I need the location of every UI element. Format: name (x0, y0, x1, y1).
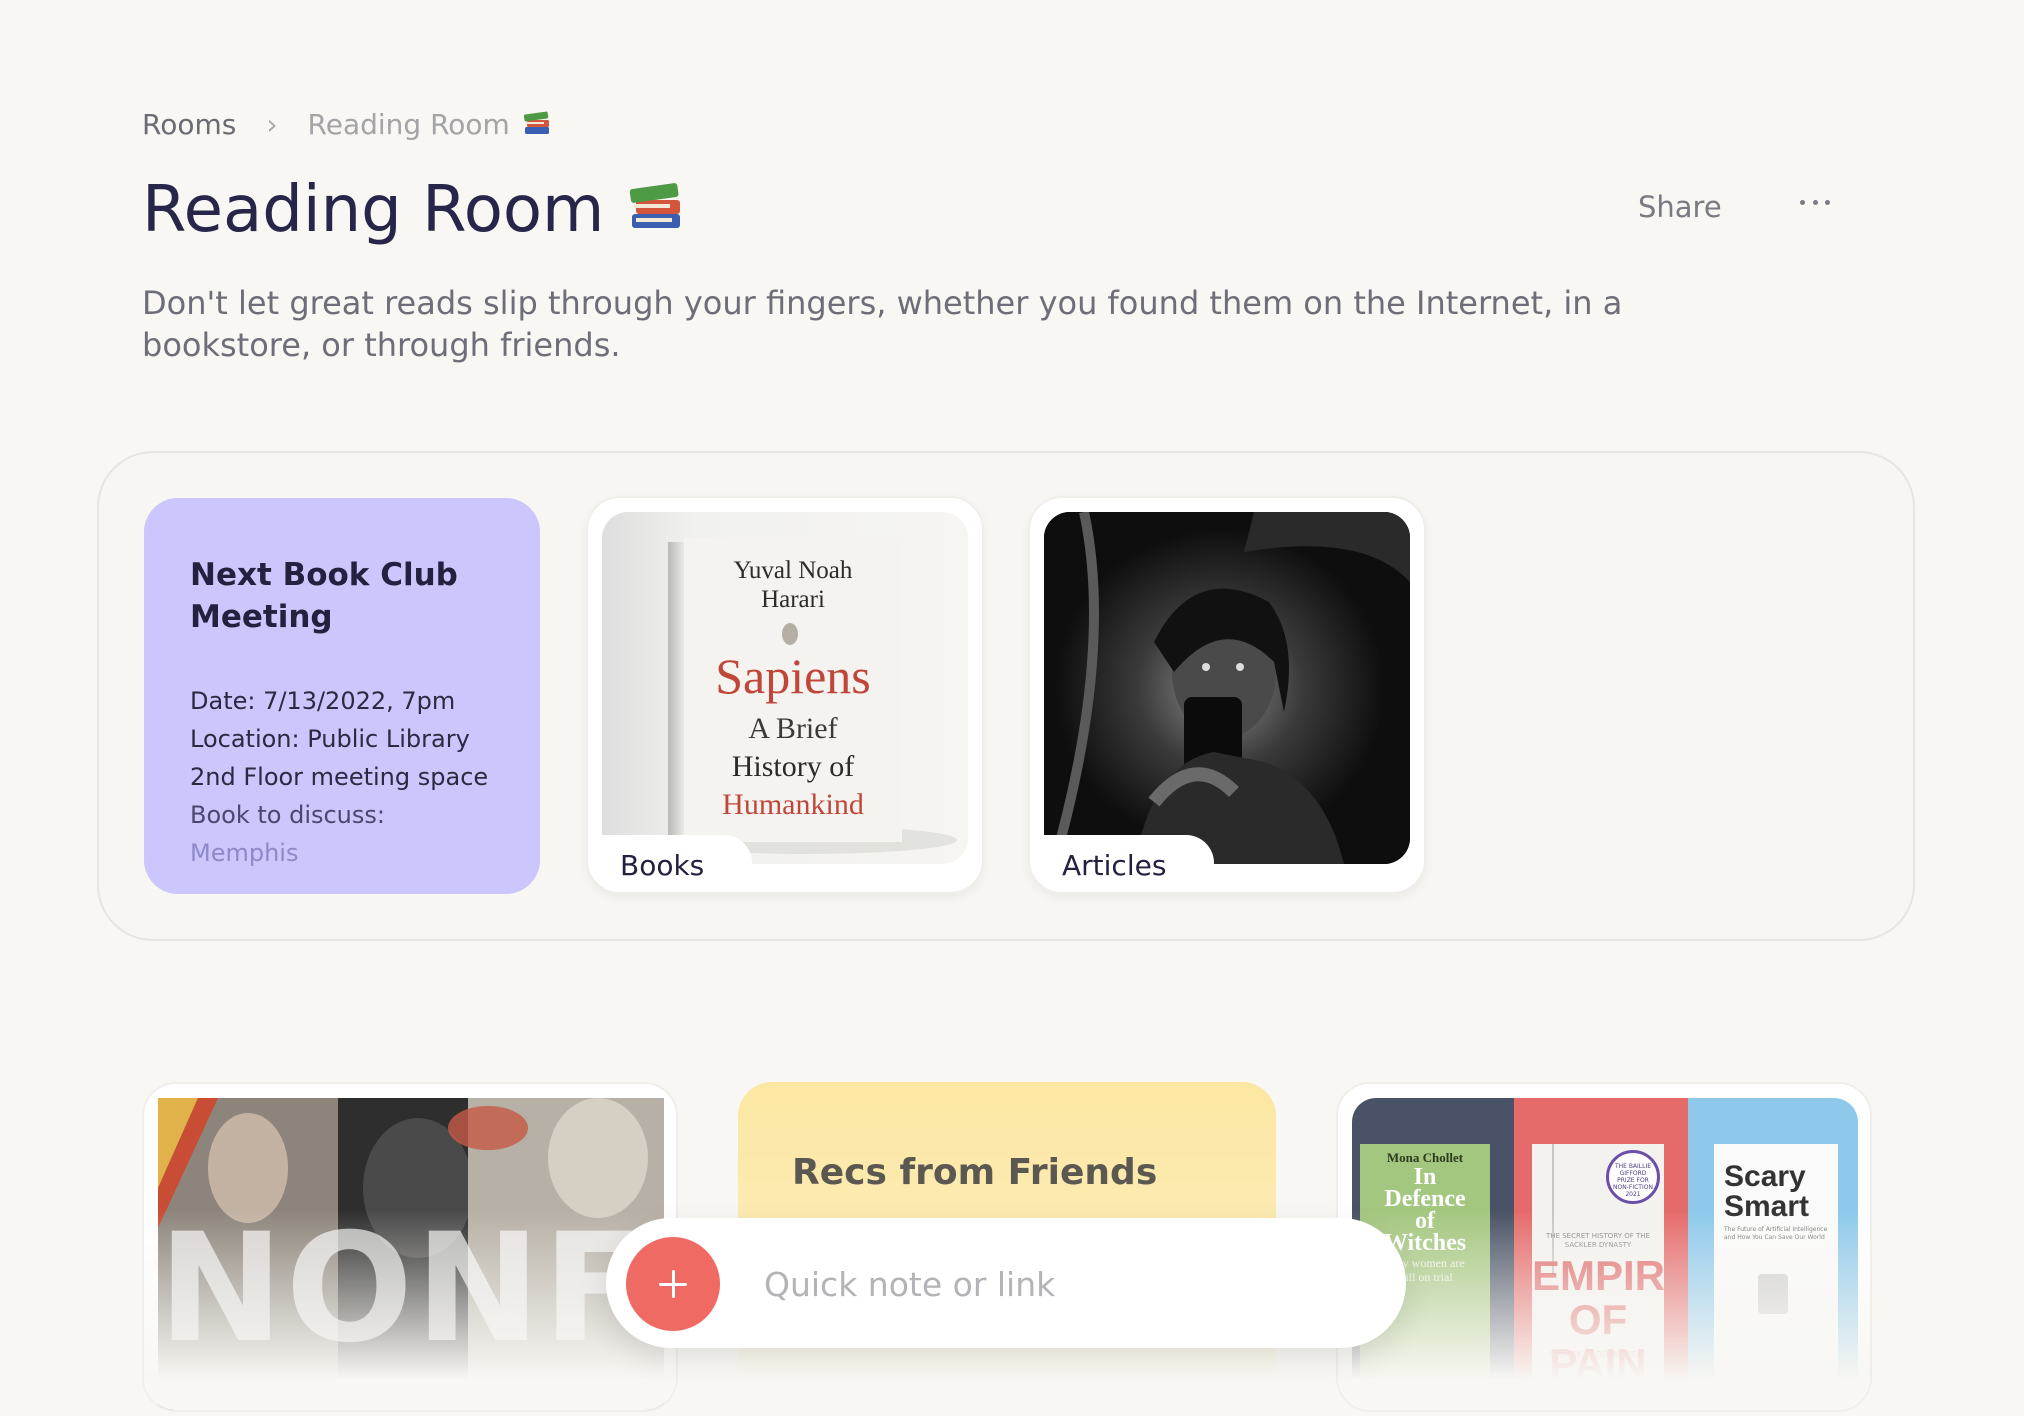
breadcrumb-current[interactable]: Reading Room (308, 108, 510, 141)
more-options-icon[interactable] (1800, 200, 1830, 208)
cover-author: Yuval Noah (733, 557, 853, 584)
quick-note-input[interactable] (762, 1248, 1366, 1320)
book-author: PATRICK RADDEN KEEFE (1549, 1350, 1647, 1359)
tile-label: Articles (1030, 835, 1215, 892)
cover-author: Harari (761, 586, 825, 613)
books-collection-tile[interactable]: Yuval Noah Harari Sapiens A Brief Histor… (586, 496, 984, 894)
recs-title: Recs from Friends (792, 1152, 1158, 1193)
sapiens-cover-image: Yuval Noah Harari Sapiens A Brief Histor… (602, 512, 968, 864)
page-description: Don't let great reads slip through your … (142, 284, 1623, 364)
prize-badge: THE BAILLIE GIFFORD PRIZE FOR NON-FICTIO… (1613, 1163, 1653, 1198)
note-title: Next Book Club Meeting (190, 557, 458, 635)
note-line: Book to discuss: (190, 801, 385, 829)
quick-add-bar (606, 1218, 1406, 1348)
books-icon (522, 106, 552, 143)
book-tagline: The Future of Artificial Intelligence an… (1724, 1226, 1828, 1241)
breadcrumb-rooms-link[interactable]: Rooms (142, 108, 236, 141)
note-line: Memphis (190, 839, 299, 867)
articles-photo (1044, 512, 1410, 864)
book-cover: Scary Smart The Future of Artificial Int… (1688, 1098, 1858, 1410)
nonfiction-banner-text: NONFICTION (158, 1214, 664, 1364)
cover-subtitle: A Brief (748, 712, 838, 745)
share-button[interactable]: Share (1638, 190, 1722, 224)
book-club-note-card[interactable]: Next Book Club Meeting Date: 7/13/2022, … (144, 498, 540, 894)
page-title-text: Reading Room (142, 173, 605, 247)
books-icon (626, 172, 686, 248)
book-title: Smart (1724, 1190, 1810, 1223)
book-tagline: THE SECRET HISTORY OF THE SACKLER DYNAST… (1546, 1232, 1650, 1249)
nonfiction-card[interactable]: NONFICTION (142, 1082, 678, 1412)
tile-label: Books (588, 835, 753, 892)
book-title: In (1413, 1164, 1437, 1190)
robot-icon (1758, 1274, 1788, 1314)
note-line: 2nd Floor meeting space (190, 763, 489, 791)
book-title: Defence (1384, 1186, 1466, 1212)
chevron-right-icon: › (266, 108, 278, 141)
book-covers-card[interactable]: Mona Chollet In Defence of Witches Why w… (1336, 1082, 1872, 1412)
book-title: Scary (1724, 1160, 1806, 1193)
cover-title: Sapiens (715, 648, 871, 704)
cover-subtitle: Humankind (722, 788, 864, 821)
book-cover: THE BAILLIE GIFFORD PRIZE FOR NON-FICTIO… (1514, 1098, 1694, 1410)
book-author: Mo Gawdat (1724, 1374, 1803, 1390)
breadcrumb: Rooms › Reading Room (142, 106, 552, 143)
add-icon[interactable] (626, 1237, 720, 1331)
page-title: Reading Room (142, 172, 686, 248)
book-title: of (1415, 1208, 1435, 1234)
articles-collection-tile[interactable]: Articles (1028, 496, 1426, 894)
cover-subtitle: History of (731, 750, 855, 783)
book-title: EMPIRE (1532, 1252, 1694, 1299)
note-line: Location: Public Library (190, 725, 470, 753)
book-title: OF PAIN (1549, 1296, 1647, 1387)
note-line: Date: 7/13/2022, 7pm (190, 687, 456, 715)
